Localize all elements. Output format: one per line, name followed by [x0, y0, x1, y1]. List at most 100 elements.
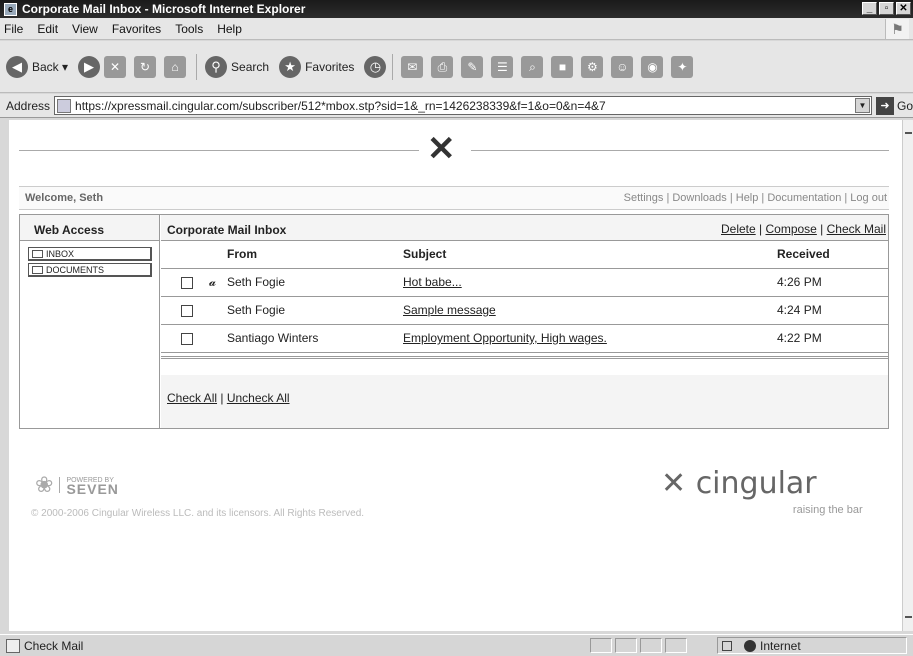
menu-view[interactable]: View [72, 22, 98, 36]
search-icon: ⚲ [205, 55, 228, 78]
menu-help[interactable]: Help [217, 22, 242, 36]
minimize-button[interactable]: _ [862, 2, 877, 15]
message-subject-link[interactable]: Hot babe... [403, 275, 462, 289]
menu-tools[interactable]: Tools [175, 22, 203, 36]
status-text: Check Mail [24, 638, 84, 653]
maximize-button[interactable]: ▫ [879, 2, 894, 15]
bluetooth-button[interactable]: ◉ [641, 55, 664, 78]
go-label: Go [896, 98, 913, 113]
tools-button[interactable]: ⚙ [581, 55, 604, 78]
status-pane [640, 638, 662, 653]
edit-button[interactable]: ✎ [461, 55, 484, 78]
compose-link[interactable]: Compose [765, 222, 816, 236]
header-divider [19, 150, 419, 151]
windows-logo-icon: ⚑ [885, 19, 909, 39]
message-received: 4:24 PM [777, 296, 888, 325]
nav-inbox-button[interactable]: INBOX [28, 247, 152, 261]
stop-button[interactable]: ✕ [104, 55, 127, 78]
status-panes [590, 638, 687, 653]
scroll-down-mark [905, 616, 912, 618]
message-received: 4:26 PM [777, 268, 888, 297]
cingular-tagline: raising the bar [792, 504, 863, 516]
menu-favorites[interactable]: Favorites [112, 22, 161, 36]
subject-column-header[interactable]: Subject [403, 241, 777, 269]
cingular-wordmark: ✕ cingular [661, 466, 817, 501]
home-button[interactable]: ⌂ [164, 55, 187, 78]
discuss-button[interactable]: ☰ [491, 55, 514, 78]
window-controls: _ ▫ ✕ [862, 2, 911, 15]
message-checkbox[interactable] [181, 332, 193, 345]
title-bar: e Corporate Mail Inbox - Microsoft Inter… [0, 0, 913, 18]
mail-panel: Web Access INBOX DOCUMENTS Corporate Mai… [19, 214, 889, 429]
cingular-x-logo-icon: ✕ [427, 130, 456, 168]
cingular-logo: ✕ cingular raising the bar [661, 466, 863, 516]
inbox-title: Corporate Mail Inbox [167, 223, 287, 237]
attachment-column-header [209, 241, 227, 269]
seven-flower-icon: ❀ [35, 472, 54, 497]
seven-label: SEVEN [66, 481, 119, 497]
received-column-header[interactable]: Received [777, 241, 888, 269]
welcome-text: Welcome, Seth [25, 192, 104, 204]
go-button[interactable]: ➜ Go [875, 96, 913, 115]
media-button[interactable]: ■ [551, 55, 574, 78]
back-arrow-icon: ◀ [6, 55, 28, 78]
message-checkbox[interactable] [181, 304, 193, 317]
message-checkbox[interactable] [181, 276, 193, 289]
forward-button[interactable]: ▶ [78, 55, 101, 78]
row-select-cell [161, 296, 209, 325]
check-all-link[interactable]: Check All [167, 391, 217, 405]
message-from: Seth Fogie [227, 296, 403, 325]
research-button[interactable]: ⌕ [521, 55, 544, 78]
page-viewport: ✕ Welcome, Seth Settings | Downloads | H… [9, 120, 902, 631]
print-button[interactable]: ⎙ [431, 55, 454, 78]
close-button[interactable]: ✕ [896, 2, 911, 15]
inbox-icon [32, 249, 43, 258]
message-subject-link[interactable]: Sample message [403, 303, 496, 317]
copyright-text: © 2000-2006 Cingular Wireless LLC. and i… [31, 508, 365, 519]
globe-icon [744, 639, 756, 652]
address-label: Address [6, 98, 51, 113]
go-arrow-icon: ➜ [875, 96, 894, 115]
back-button[interactable]: ◀ Back ▾ [6, 55, 68, 78]
history-button[interactable]: ◷ [364, 55, 387, 78]
select-column-header [161, 241, 209, 269]
messenger-button[interactable]: ☺ [611, 55, 634, 78]
mail-button[interactable]: ✉ [401, 55, 424, 78]
check-mail-link[interactable]: Check Mail [827, 222, 886, 236]
favorites-label: Favorites [305, 59, 355, 74]
table-row: 𝓪 Seth Fogie Hot babe... 4:26 PM [161, 268, 888, 297]
search-button[interactable]: ⚲ Search [205, 55, 270, 78]
window-title: Corporate Mail Inbox - Microsoft Interne… [22, 2, 306, 16]
address-dropdown-button[interactable]: ▼ [854, 98, 870, 113]
toolbar-separator [392, 53, 394, 80]
table-header-row: From Subject Received [161, 241, 888, 269]
nav-documents-button[interactable]: DOCUMENTS [28, 263, 152, 277]
row-select-cell [161, 324, 209, 353]
uncheck-all-link[interactable]: Uncheck All [227, 391, 290, 405]
message-subject-link[interactable]: Employment Opportunity, High wages. [403, 331, 607, 345]
extension-button[interactable]: ✦ [671, 55, 694, 78]
menu-file[interactable]: File [4, 22, 23, 36]
status-pane [665, 638, 687, 653]
message-received: 4:22 PM [777, 324, 888, 353]
menu-edit[interactable]: Edit [37, 22, 58, 36]
delete-link[interactable]: Delete [721, 222, 756, 236]
address-input[interactable]: https://xpressmail.cingular.com/subscrib… [54, 96, 872, 115]
vertical-scrollbar[interactable] [902, 120, 913, 631]
address-bar: Address https://xpressmail.cingular.com/… [0, 94, 913, 118]
top-links[interactable]: Settings | Downloads | Help | Documentat… [624, 192, 887, 204]
header-logo-row: ✕ [9, 130, 902, 170]
documents-icon [32, 265, 43, 274]
powered-by-seven-logo: ❀ POWERED BY SEVEN [35, 472, 119, 498]
refresh-button[interactable]: ↻ [134, 55, 157, 78]
message-subject-cell: Hot babe... [403, 268, 777, 297]
powered-by-text: POWERED BY SEVEN [59, 477, 119, 497]
search-label: Search [231, 59, 270, 74]
menu-bar: File Edit View Favorites Tools Help ⚑ [0, 18, 913, 40]
nav-documents-label: DOCUMENTS [46, 264, 104, 275]
from-column-header[interactable]: From [227, 241, 403, 269]
table-row: Santiago Winters Employment Opportunity,… [161, 324, 888, 353]
page-status-icon [6, 638, 20, 653]
toolbar: ◀ Back ▾ ▶ ✕ ↻ ⌂ ⚲ Search ★ Favorites ◷ … [0, 41, 913, 93]
favorites-button[interactable]: ★ Favorites [279, 55, 355, 78]
